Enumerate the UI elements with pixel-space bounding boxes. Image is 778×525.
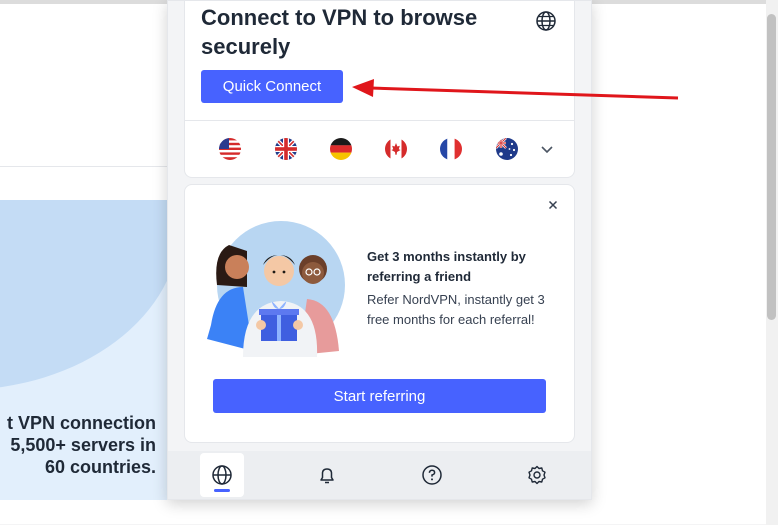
active-tab-indicator: [214, 489, 230, 492]
vpn-extension-popup: Connect to VPN to browse securely Quick …: [167, 0, 592, 500]
settings-icon: [528, 465, 546, 485]
connect-title: Connect to VPN to browse securely: [201, 5, 478, 59]
globe-icon[interactable]: [535, 10, 557, 32]
bottom-nav: [168, 451, 591, 499]
hero-line: t VPN connection: [6, 413, 156, 433]
hero-line: 60 countries.: [44, 457, 156, 477]
scrollbar-thumb[interactable]: [767, 14, 776, 320]
nav-globe[interactable]: [200, 453, 244, 497]
hero-text: t VPN connection 5,500+ servers in 60 co…: [0, 412, 156, 478]
globe-icon: [212, 465, 232, 485]
help-icon: [422, 465, 442, 485]
hero-shape: [0, 200, 170, 390]
canada-flag-icon[interactable]: [385, 138, 407, 160]
hero-banner: t VPN connection 5,500+ servers in 60 co…: [0, 200, 170, 500]
nav-help[interactable]: [410, 453, 454, 497]
start-referring-button[interactable]: Start referring: [213, 379, 546, 413]
us-flag-icon[interactable]: [219, 138, 241, 160]
page-divider: [0, 166, 170, 167]
france-flag-icon[interactable]: [440, 138, 462, 160]
referral-card: Get 3 months instantly by referring a fr…: [184, 184, 575, 443]
referral-heading: Get 3 months instantly by referring a fr…: [367, 249, 526, 284]
quick-connect-button[interactable]: Quick Connect: [201, 70, 343, 103]
nav-settings[interactable]: [515, 453, 559, 497]
country-flag-row: [185, 120, 574, 178]
uk-flag-icon[interactable]: [275, 138, 297, 160]
chevron-down-icon[interactable]: [536, 138, 558, 160]
connect-card: Connect to VPN to browse securely Quick …: [184, 1, 575, 178]
close-icon[interactable]: [545, 197, 561, 213]
australia-flag-icon[interactable]: [496, 138, 518, 160]
referral-body: Refer NordVPN, instantly get 3 free mont…: [367, 292, 545, 327]
nav-notifications[interactable]: [305, 453, 349, 497]
germany-flag-icon[interactable]: [330, 138, 352, 160]
hero-line: 5,500+ servers in: [10, 435, 156, 455]
bell-icon: [320, 468, 334, 484]
referral-illustration: [203, 221, 355, 361]
